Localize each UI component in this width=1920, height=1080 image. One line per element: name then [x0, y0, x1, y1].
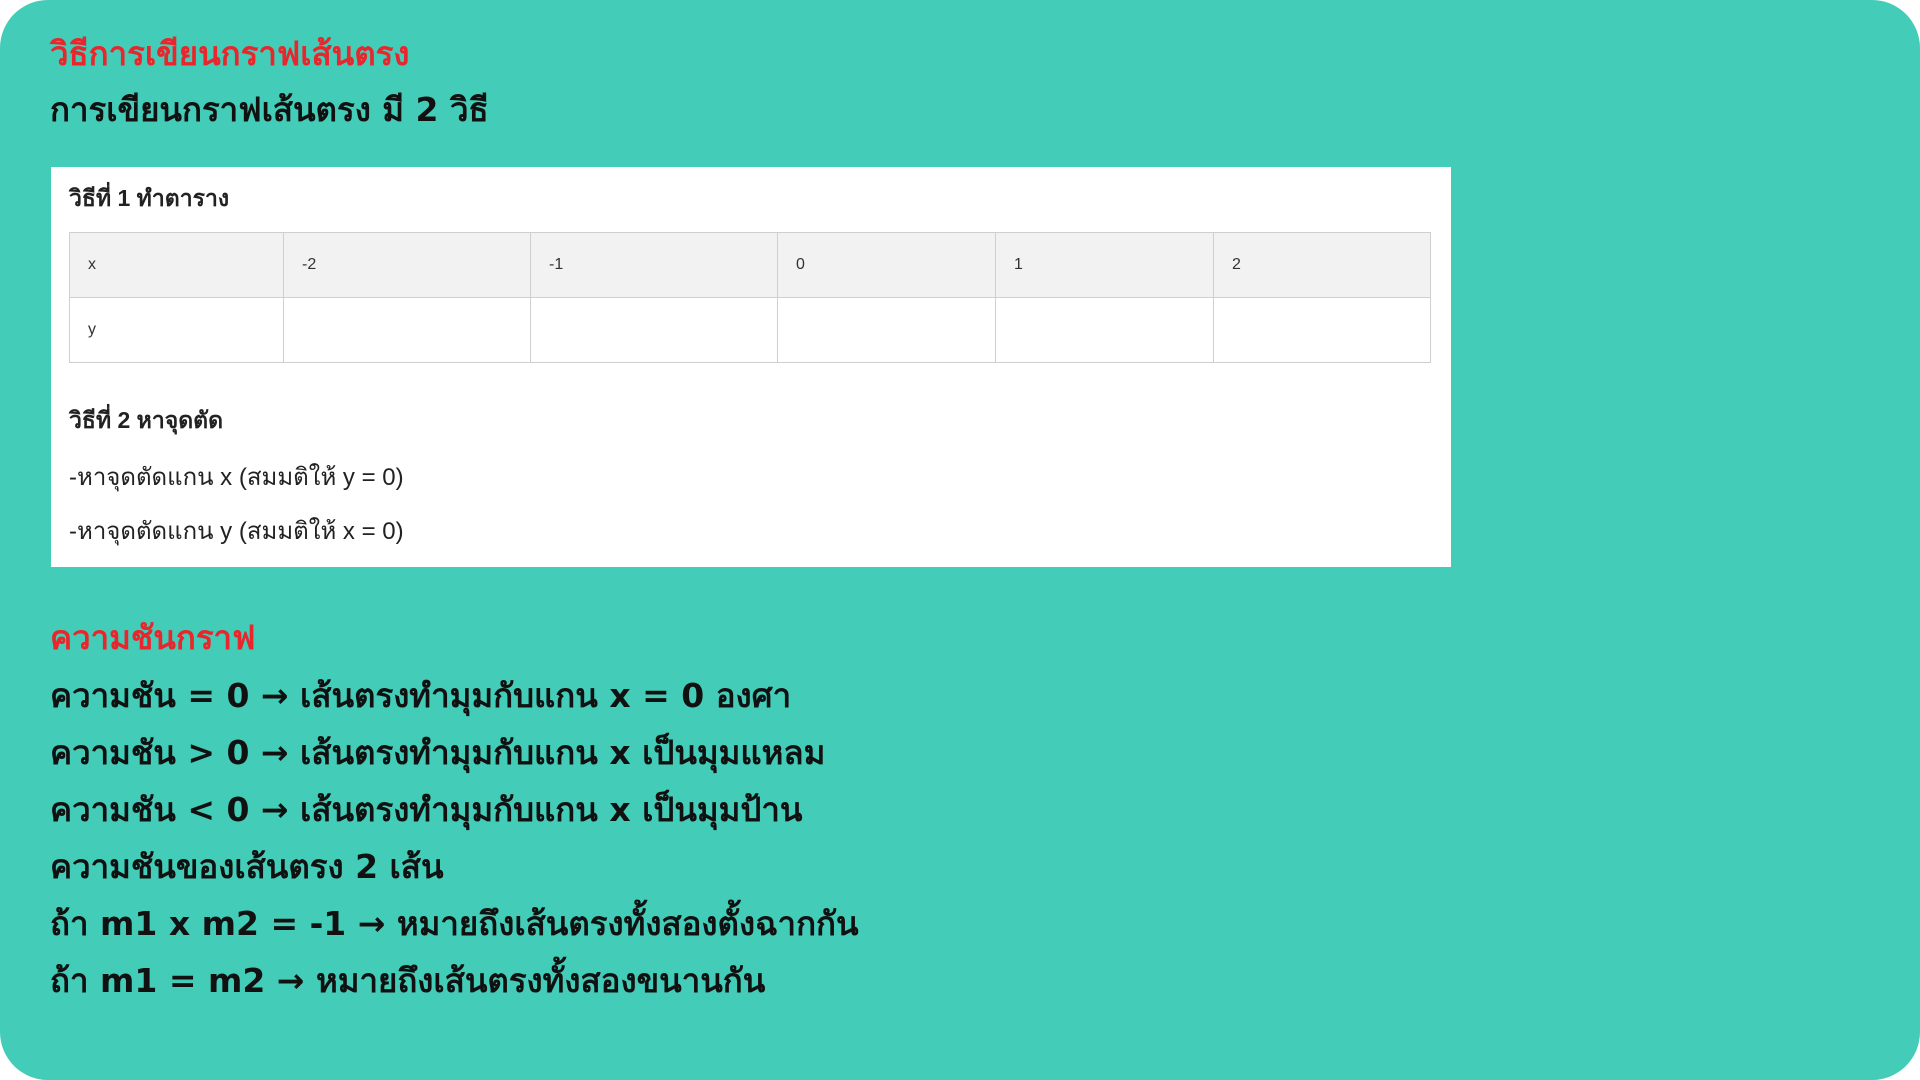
step-y-intercept: -หาจุดตัดแกน y (สมมติให้ x = 0) [69, 518, 404, 545]
slope-line: ความชัน = 0 → เส้นตรงทำมุมกับแกน x = 0 อ… [50, 676, 792, 715]
slope-line: ความชัน > 0 → เส้นตรงทำมุมกับแกน x เป็นม… [50, 733, 826, 772]
method2-title: วิธีที่ 2 หาจุดตัด [69, 407, 224, 433]
slope-line: ความชัน < 0 → เส้นตรงทำมุมกับแกน x เป็นม… [50, 790, 803, 829]
slope-line: ถ้า m1 = m2 → หมายถึงเส้นตรงทั้งสองขนานก… [50, 961, 766, 1000]
table-cell: y [69, 297, 284, 363]
table-cell: -2 [283, 232, 531, 298]
methods-panel: วิธีที่ 1 ทำตาราง x -2 -1 0 1 2 y วิธีที… [51, 167, 1451, 567]
section-title-line-graphing: วิธีการเขียนกราฟเส้นตรง [50, 34, 410, 73]
table-cell: 1 [995, 232, 1214, 298]
table-cell [283, 297, 531, 363]
table-cell: -1 [530, 232, 778, 298]
table-cell: 0 [777, 232, 996, 298]
table-row-x: x -2 -1 0 1 2 [69, 232, 1431, 298]
slide: วิธีการเขียนกราฟเส้นตรง การเขียนกราฟเส้น… [0, 0, 1920, 1080]
slope-line: ความชันของเส้นตรง 2 เส้น [50, 847, 444, 886]
table-cell [777, 297, 996, 363]
slope-line: ถ้า m1 x m2 = -1 → หมายถึงเส้นตรงทั้งสอง… [50, 904, 859, 943]
step-x-intercept: -หาจุดตัดแกน x (สมมติให้ y = 0) [69, 464, 404, 491]
method1-title: วิธีที่ 1 ทำตาราง [69, 185, 230, 211]
slope-lines: ความชัน = 0 → เส้นตรงทำมุมกับแกน x = 0 อ… [50, 670, 859, 1012]
table-cell: x [69, 232, 284, 298]
table-cell: 2 [1213, 232, 1431, 298]
table-row-y: y [69, 297, 1431, 363]
section-subtitle-two-methods: การเขียนกราฟเส้นตรง มี 2 วิธี [50, 90, 489, 129]
table-cell [995, 297, 1214, 363]
table-cell [1213, 297, 1431, 363]
xy-table: x -2 -1 0 1 2 y [69, 232, 1431, 363]
table-cell [530, 297, 778, 363]
section-title-slope: ความชันกราฟ [50, 618, 256, 657]
